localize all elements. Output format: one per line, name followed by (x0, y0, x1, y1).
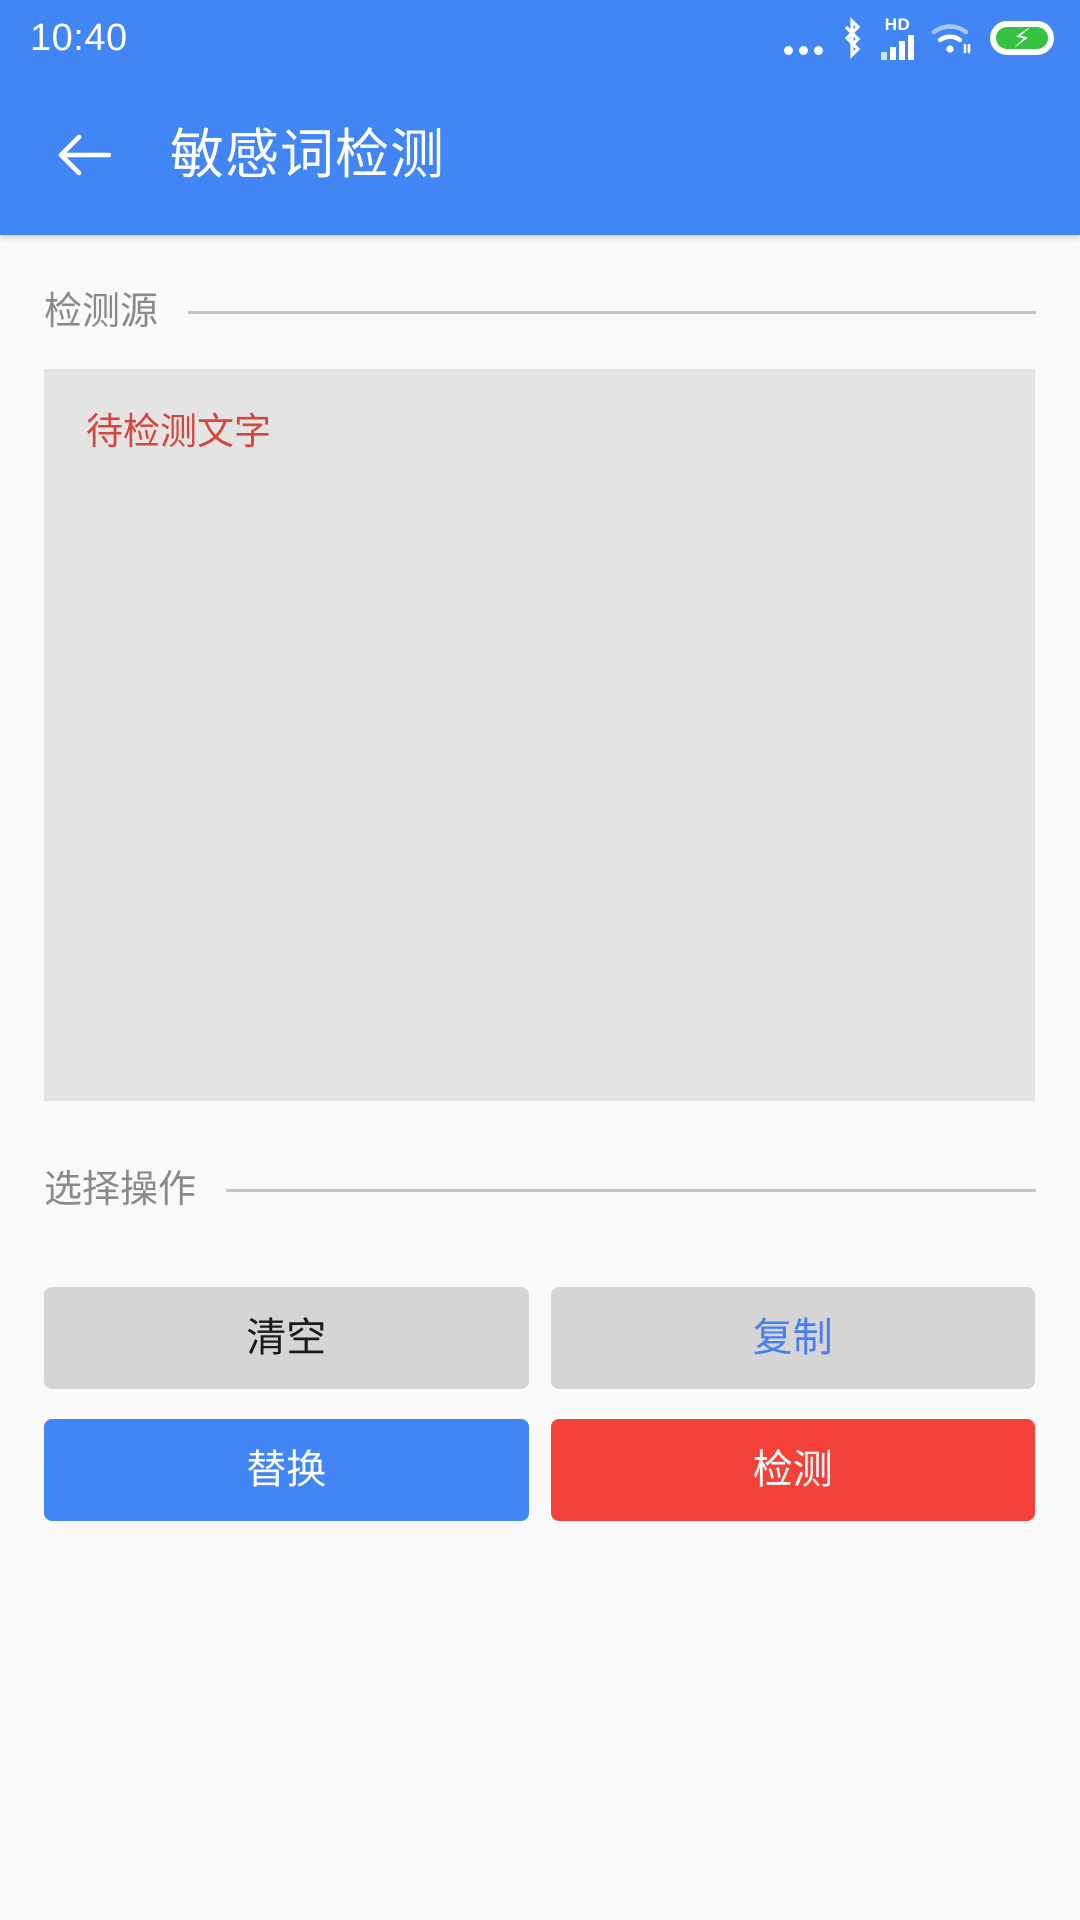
hd-label: HD (884, 14, 911, 34)
app-bar: 敏感词检测 (0, 75, 1080, 235)
bluetooth-icon (839, 16, 865, 59)
section-divider-operations (226, 1188, 1036, 1192)
status-bar-clock: 10:40 (30, 16, 128, 59)
copy-button[interactable]: 复制 (550, 1287, 1035, 1389)
page-title: 敏感词检测 (170, 125, 445, 185)
section-header-source: 检测源 (0, 293, 1080, 331)
wifi-icon (930, 18, 974, 58)
status-bar: 10:40 HD ⚡ (0, 0, 1080, 75)
button-row-primary-actions: 清空 复制 (0, 1287, 1080, 1389)
section-header-operations: 选择操作 (0, 1171, 1080, 1209)
status-bar-icon-group: HD ⚡ (784, 15, 1054, 61)
back-button[interactable] (44, 115, 124, 195)
clear-button[interactable]: 清空 (44, 1287, 529, 1389)
section-title-source: 检测源 (44, 291, 159, 333)
button-row-secondary-actions: 替换 检测 (0, 1419, 1080, 1521)
hd-signal-icon: HD (881, 16, 914, 60)
source-textarea-placeholder: 待检测文字 (86, 411, 271, 452)
content-area: 检测源 待检测文字 选择操作 清空 复制 替换 检测 (0, 293, 1080, 1521)
section-title-operations: 选择操作 (44, 1169, 197, 1211)
replace-button[interactable]: 替换 (44, 1419, 529, 1521)
more-dots-icon (784, 15, 823, 61)
signal-bars-icon (881, 34, 914, 60)
battery-charging-icon: ⚡ (990, 20, 1054, 55)
detect-button[interactable]: 检测 (550, 1419, 1035, 1521)
section-divider-source (188, 310, 1036, 314)
source-textarea[interactable]: 待检测文字 (44, 369, 1035, 1101)
back-arrow-icon (58, 134, 111, 176)
